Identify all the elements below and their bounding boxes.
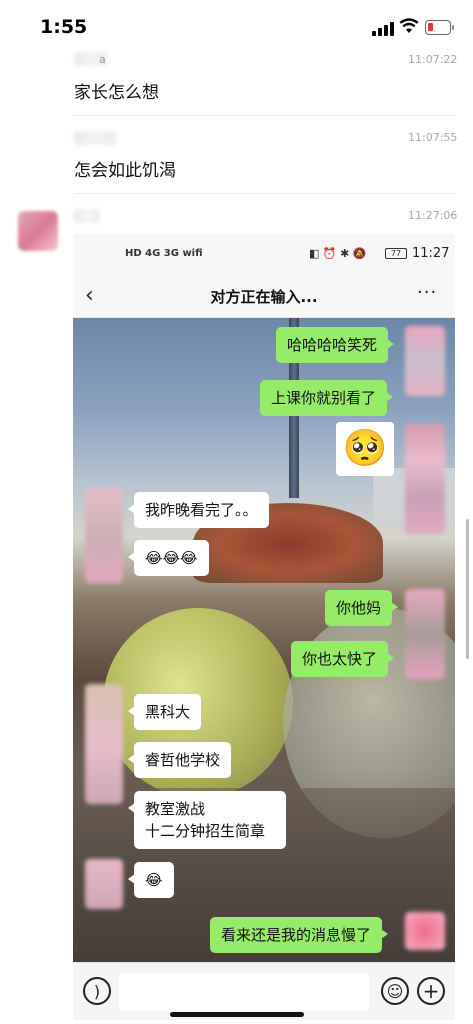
comment-time: 11:27:06 [408,209,458,222]
cellular-signal-icon [372,22,394,36]
scrollbar[interactable] [466,519,469,659]
screenshot-title: 对方正在输入... [210,288,318,306]
avatar [85,684,123,804]
comment-time: 11:07:55 [408,131,458,144]
screenshot-battery: 77 [385,248,407,259]
bubble-line: 教室激战 [145,800,206,818]
divider [74,193,455,194]
chat-bubble-sent: 你他妈 [325,590,399,626]
screenshot-status-bar: HD 4G 3G wifi ◧ ⏰ ✱ 🔕 77 11:27 [73,234,455,276]
battery-icon [425,20,454,35]
sticker-emoji: 🥺 [336,422,394,476]
more-dots-icon[interactable]: ··· [417,282,437,303]
wifi-icon [399,17,419,35]
chat-bubble-sent: 上课你就别看了 [260,380,394,416]
screenshot-nav-bar: ‹ 对方正在输入... ··· [73,276,455,318]
plus-icon[interactable]: + [417,977,445,1005]
embedded-chat-screenshot[interactable]: HD 4G 3G wifi ◧ ⏰ ✱ 🔕 77 11:27 ‹ 对方正在输入.… [73,234,455,1020]
voice-icon[interactable]: ) [83,977,111,1005]
status-time: 1:55 [40,16,88,38]
network-icons: HD 4G 3G wifi [125,248,203,259]
avatar [405,912,445,950]
commenter-name: a [99,53,106,66]
emoji-icon[interactable]: ☺ [381,977,409,1005]
chat-bubble-received: 黑科大 [127,694,202,730]
avatar [405,424,445,534]
bubble-line: 十二分钟招生简章 [145,822,266,840]
chat-bubble-received: 😂 [128,862,174,898]
chat-bubble-sent: 哈哈哈哈笑死 [276,327,395,363]
chat-bubble-sent: 看来还是我的消息慢了 [210,917,389,953]
divider [74,115,455,116]
commenter-name-blurred [74,209,100,223]
comment-text: 家长怎么想 [74,83,159,103]
screenshot-time: 11:27 [412,246,450,261]
home-indicator[interactable] [170,1012,304,1017]
chat-bubble-received: 😂😂😂 [128,540,209,576]
chat-bubble-received: 教室激战 十二分钟招生简章 [128,791,286,849]
chat-bubble-received: 我昨晚看完了。。 [128,492,269,528]
chat-bubble-received: 睿哲他学校 [127,742,232,778]
avatar [405,589,445,679]
avatar[interactable] [18,211,58,251]
chat-bubble-sent: 你也太快了 [291,641,395,677]
comment-page: 1:55 a 11:07:22 家长怎么想 11:07:55 怎会如此饥渴 11… [0,0,473,1024]
avatar [85,859,123,909]
comment-text: 怎会如此饥渴 [74,161,176,181]
commenter-name-blurred [74,131,116,145]
comment-time: 11:07:22 [408,53,458,66]
message-input[interactable] [119,973,369,1011]
status-icons: ◧ ⏰ ✱ 🔕 [309,247,367,260]
avatar [85,488,123,583]
avatar [405,326,445,396]
